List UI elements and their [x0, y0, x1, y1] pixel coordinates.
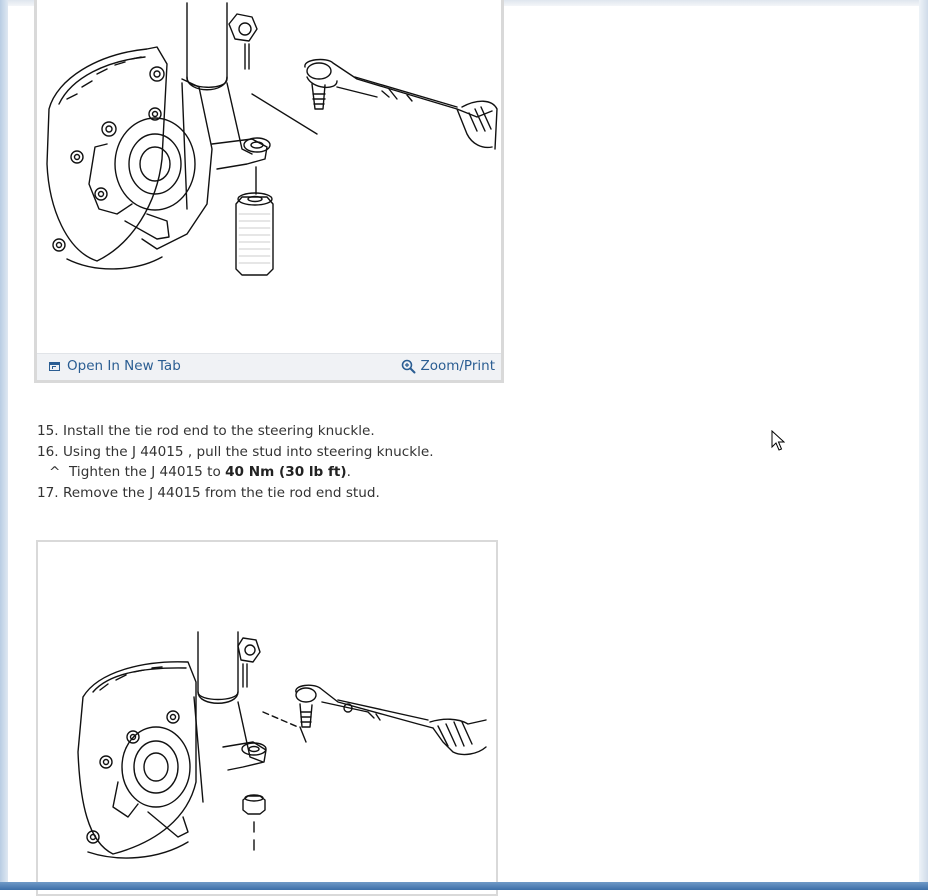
step-number: 17. — [37, 484, 59, 501]
mouse-cursor-icon — [771, 430, 785, 451]
torque-spec: 40 Nm (30 lb ft) — [225, 464, 347, 480]
window-bottom-edge — [0, 882, 928, 890]
open-in-new-tab-label: Open In New Tab — [67, 358, 181, 374]
step-15: 15. Install the tie rod end to the steer… — [37, 421, 434, 442]
substep-text: Tighten the J 44015 to — [69, 464, 221, 480]
open-in-new-tab-link[interactable]: Open In New Tab — [49, 358, 181, 374]
step-number: 15. — [37, 423, 59, 439]
substep-tighten: ^ Tighten the J 44015 to 40 Nm (30 lb ft… — [37, 462, 434, 483]
figure-steering-knuckle-tool: Open In New Tab Zoom/Print — [34, 0, 504, 383]
step-16: 16. Using the J 44015 , pull the stud in… — [37, 442, 434, 463]
figure-tie-rod-install — [36, 540, 498, 896]
zoom-print-link[interactable]: Zoom/Print — [401, 358, 495, 374]
substep-bullet: ^ — [49, 464, 61, 480]
new-tab-icon — [49, 361, 60, 371]
figure-toolbar: Open In New Tab Zoom/Print — [37, 353, 501, 380]
procedure-steps: 15. Install the tie rod end to the steer… — [37, 421, 434, 503]
window-right-edge — [919, 0, 928, 890]
step-number: 16. — [37, 443, 59, 460]
step-text: Using the J 44015 , pull the stud into s… — [62, 443, 434, 460]
zoom-print-label: Zoom/Print — [420, 358, 495, 374]
illustration-tie-rod-install — [77, 631, 487, 859]
illustration-tie-rod-tool — [46, 2, 498, 276]
substep-end: . — [346, 464, 351, 480]
zoom-icon — [402, 359, 416, 373]
step-17: 17. Remove the J 44015 from the tie rod … — [37, 483, 434, 504]
step-text: Remove the J 44015 from the tie rod end … — [62, 484, 380, 501]
step-text: Install the tie rod end to the steering … — [62, 423, 375, 439]
window-left-edge — [0, 0, 8, 890]
